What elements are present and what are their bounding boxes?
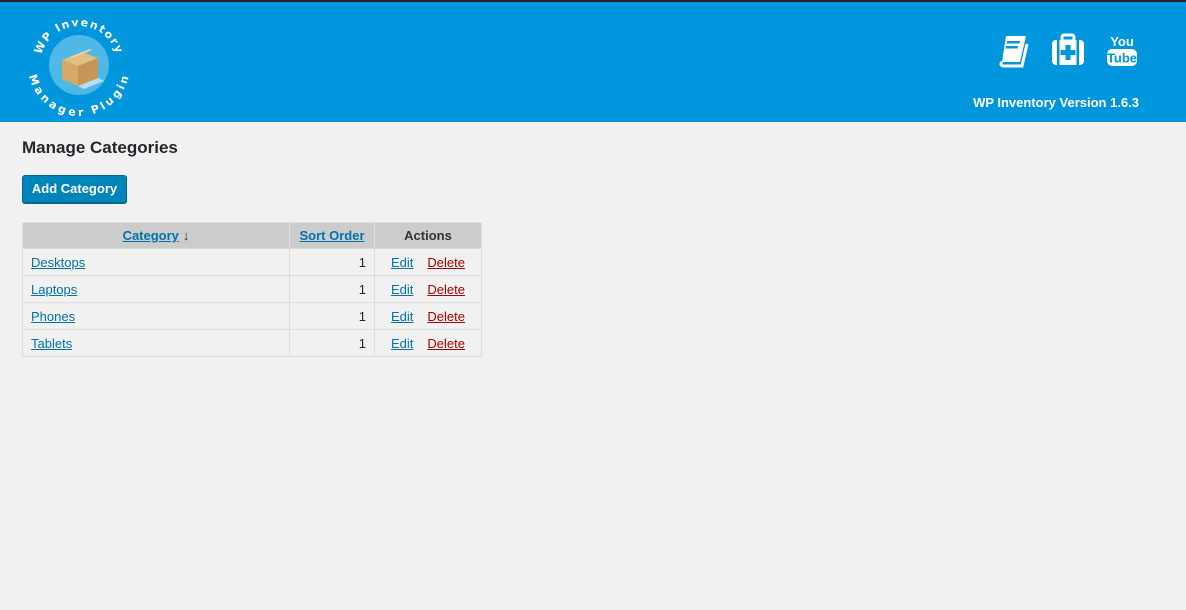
sort-by-sort-order-link[interactable]: Sort Order (299, 228, 364, 243)
sort-by-category-link[interactable]: Category (123, 228, 179, 243)
youtube-icon[interactable]: You Tube (1104, 32, 1140, 68)
plugin-header: WP Inventory Manager Plugin You Tube WP … (0, 2, 1186, 122)
edit-link[interactable]: Edit (391, 282, 413, 297)
categories-table: Category ↓ Sort Order Actions Desktops 1 … (22, 222, 482, 357)
category-column-header: Category ↓ (22, 222, 290, 249)
table-row: Tablets 1 Edit Delete (22, 329, 482, 357)
category-link[interactable]: Desktops (31, 255, 85, 270)
delete-link[interactable]: Delete (427, 336, 465, 351)
table-row: Phones 1 Edit Delete (22, 302, 482, 330)
delete-link[interactable]: Delete (427, 282, 465, 297)
page-title: Manage Categories (22, 138, 178, 157)
youtube-you-text: You (1110, 34, 1134, 49)
first-aid-kit-icon[interactable] (1050, 32, 1086, 68)
category-link[interactable]: Phones (31, 309, 75, 324)
youtube-tube-text: Tube (1107, 51, 1137, 66)
sort-order-column-header: Sort Order (289, 222, 375, 249)
category-link[interactable]: Tablets (31, 336, 72, 351)
table-row: Desktops 1 Edit Delete (22, 248, 482, 276)
edit-link[interactable]: Edit (391, 336, 413, 351)
delete-link[interactable]: Delete (427, 309, 465, 324)
book-icon[interactable] (996, 32, 1032, 68)
version-label: WP Inventory Version 1.6.3 (973, 95, 1139, 110)
wp-inventory-logo: WP Inventory Manager Plugin (26, 16, 130, 118)
edit-link[interactable]: Edit (391, 309, 413, 324)
table-row: Laptops 1 Edit Delete (22, 275, 482, 303)
sort-order-value: 1 (289, 275, 375, 303)
sort-order-value: 1 (289, 329, 375, 357)
sort-arrow-icon: ↓ (182, 228, 190, 243)
edit-link[interactable]: Edit (391, 255, 413, 270)
sort-order-value: 1 (289, 248, 375, 276)
sort-order-value: 1 (289, 302, 375, 330)
add-category-button[interactable]: Add Category (22, 175, 127, 203)
delete-link[interactable]: Delete (427, 255, 465, 270)
main-content: Manage Categories Add Category Category ↓… (22, 138, 482, 357)
table-header-row: Category ↓ Sort Order Actions (22, 222, 482, 249)
category-link[interactable]: Laptops (31, 282, 77, 297)
actions-column-header: Actions (374, 222, 482, 249)
